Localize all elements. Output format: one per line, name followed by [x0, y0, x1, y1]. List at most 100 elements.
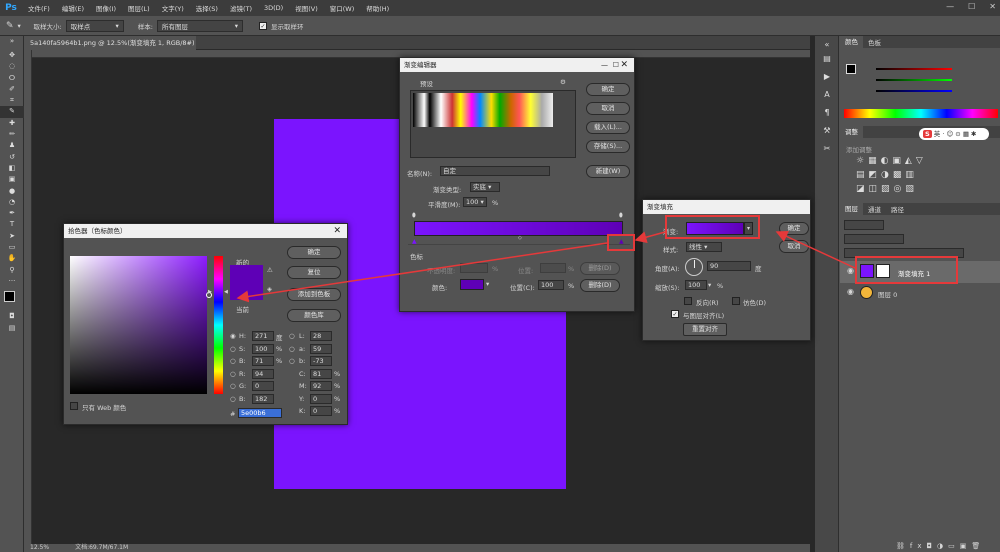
scale-dropdown-icon[interactable]: ▾: [708, 281, 711, 289]
gradient-type-select[interactable]: 实底 ▾: [470, 182, 500, 192]
stamp-tool-icon[interactable]: ♟: [0, 140, 24, 151]
properties-panel-icon[interactable]: ⚒: [815, 122, 839, 140]
eyedropper-icon[interactable]: ✎: [6, 21, 14, 31]
tab-layers[interactable]: 图层: [840, 203, 863, 215]
gradient-presets[interactable]: [413, 93, 553, 127]
lab-mode-radio[interactable]: ○: [289, 345, 295, 353]
close-icon[interactable]: ✕: [333, 224, 341, 238]
panel-collapse-icon[interactable]: »: [0, 36, 24, 50]
current-color-swatch[interactable]: [230, 295, 263, 300]
adjustment-icons[interactable]: ☼▦◐▣◭▽ ▤◩◑▩▥ ◪◫▨◎▧: [856, 154, 927, 196]
midpoint-diamond-icon[interactable]: ◇: [518, 235, 522, 241]
menu-file[interactable]: 文件(F): [22, 3, 56, 13]
gradient-tool-icon[interactable]: ▣: [0, 174, 24, 185]
reset-alignment-button[interactable]: 重置对齐: [683, 323, 727, 336]
load-button[interactable]: 载入(L)...: [586, 121, 630, 134]
cancel-button[interactable]: 取消: [779, 240, 809, 253]
visibility-eye-icon[interactable]: ◉: [847, 266, 854, 275]
color-field-value[interactable]: 100: [252, 343, 274, 354]
sample-size-select[interactable]: 取样点 ▾: [65, 19, 124, 32]
new-button[interactable]: 新建(W): [586, 165, 630, 178]
ok-button[interactable]: 确定: [779, 222, 809, 235]
color-libraries-button[interactable]: 颜色库: [287, 309, 341, 322]
style-select[interactable]: 线性 ▾: [686, 242, 722, 252]
history-panel-icon[interactable]: ▤: [815, 50, 839, 68]
close-icon[interactable]: ✕: [989, 2, 996, 11]
move-tool-icon[interactable]: ✥: [0, 50, 24, 61]
color-mode-radio[interactable]: ○: [230, 395, 236, 403]
hue-right-arrow-icon[interactable]: ◀: [224, 289, 228, 295]
ime-toolbar[interactable]: S 英 · ☺ ⊙ ▦ ✱: [919, 128, 989, 140]
tab-adjustments[interactable]: 调整: [840, 126, 863, 138]
show-ring-checkbox[interactable]: ✓: [258, 21, 267, 30]
menu-select[interactable]: 选择(S): [190, 3, 224, 13]
presets-gear-icon[interactable]: ⚙: [560, 78, 566, 86]
color-mode-radio[interactable]: ◉: [230, 332, 236, 340]
document-tab[interactable]: 5a140fa5964b1.png @ 12.5%(渐变填充 1, RGB/8#…: [24, 36, 196, 61]
lab-field-value[interactable]: 28: [310, 331, 332, 341]
marquee-tool-icon[interactable]: ◌: [0, 61, 24, 72]
color-field-value[interactable]: 271: [252, 331, 274, 341]
foreground-color[interactable]: [4, 291, 15, 303]
color-panel-foreground[interactable]: [846, 64, 856, 74]
sample-select[interactable]: 所有图层 ▾: [156, 19, 243, 32]
layer-row-background[interactable]: ◉ 图层 0: [840, 284, 1000, 302]
menu-image[interactable]: 图像(I): [90, 3, 122, 13]
dodge-tool-icon[interactable]: ◔: [0, 197, 24, 208]
web-only-checkbox[interactable]: [70, 402, 78, 410]
cmyk-field-value[interactable]: 81: [310, 368, 332, 379]
gradient-bar[interactable]: [414, 221, 623, 236]
eyedropper-tool-icon[interactable]: ✎: [0, 106, 24, 118]
brush-panel-icon[interactable]: ✂: [815, 140, 839, 158]
quick-select-icon[interactable]: ✐: [0, 84, 24, 95]
saturation-brightness-field[interactable]: [70, 256, 212, 394]
maximize-icon[interactable]: ☐: [968, 2, 975, 11]
type-tool-icon[interactable]: T: [0, 219, 24, 230]
more-tools-icon[interactable]: ···: [0, 276, 24, 287]
hue-left-arrow-icon[interactable]: ▶: [208, 289, 212, 295]
color-field-value[interactable]: 71: [252, 356, 274, 366]
cmyk-field-value[interactable]: 0: [310, 393, 332, 404]
blue-slider[interactable]: [876, 90, 952, 92]
ok-button[interactable]: 确定: [287, 246, 341, 259]
quick-mask-icon[interactable]: ◘: [0, 311, 24, 322]
lab-mode-radio[interactable]: ○: [289, 332, 295, 340]
align-checkbox[interactable]: ✓: [671, 310, 679, 318]
add-to-swatches-button[interactable]: 添加到色板: [287, 288, 341, 301]
color-field-value[interactable]: 94: [252, 368, 274, 379]
red-slider[interactable]: [876, 68, 952, 70]
paragraph-panel-icon[interactable]: ¶: [815, 104, 839, 122]
lasso-tool-icon[interactable]: ⵔ: [0, 73, 24, 84]
opacity-stop-right-icon[interactable]: ⬮: [619, 212, 623, 220]
color-mode-radio[interactable]: ○: [230, 357, 236, 365]
blur-tool-icon[interactable]: ●: [0, 186, 24, 197]
history-brush-icon[interactable]: ↺: [0, 152, 24, 163]
save-button[interactable]: 存储(S)...: [586, 140, 630, 153]
cmyk-field-value[interactable]: 0: [310, 406, 332, 416]
menu-filter[interactable]: 滤镜(T): [224, 3, 258, 13]
tab-paths[interactable]: 路径: [886, 204, 909, 214]
color-ramp[interactable]: [844, 109, 998, 118]
menu-type[interactable]: 文字(Y): [156, 3, 190, 13]
color-dropdown-icon[interactable]: ▾: [486, 280, 489, 288]
reverse-checkbox[interactable]: [684, 297, 692, 305]
web-safe-icon[interactable]: ◈: [267, 285, 272, 293]
layer-actions[interactable]: ⛓fx◘◑▭▣🗑: [896, 542, 985, 550]
zoom-tool-icon[interactable]: ⚲: [0, 265, 24, 276]
eraser-tool-icon[interactable]: ◧: [0, 163, 24, 174]
menu-layer[interactable]: 图层(L): [122, 3, 156, 13]
path-select-icon[interactable]: ➤: [0, 231, 24, 242]
color-mode-radio[interactable]: ○: [230, 370, 236, 378]
green-slider[interactable]: [876, 79, 952, 81]
presets-grid[interactable]: [410, 90, 576, 158]
blend-mode-select[interactable]: [844, 234, 904, 244]
color-field-value[interactable]: 0: [252, 381, 274, 391]
visibility-eye-icon[interactable]: ◉: [847, 287, 854, 296]
hand-tool-icon[interactable]: ✋: [0, 253, 24, 264]
scale-field[interactable]: 100: [685, 280, 707, 290]
maximize-icon[interactable]: ☐: [613, 58, 619, 72]
hue-slider[interactable]: [214, 256, 223, 394]
hex-field[interactable]: 5e00b6: [238, 408, 282, 418]
angle-field[interactable]: 90: [707, 261, 751, 271]
reset-button[interactable]: 复位: [287, 266, 341, 279]
